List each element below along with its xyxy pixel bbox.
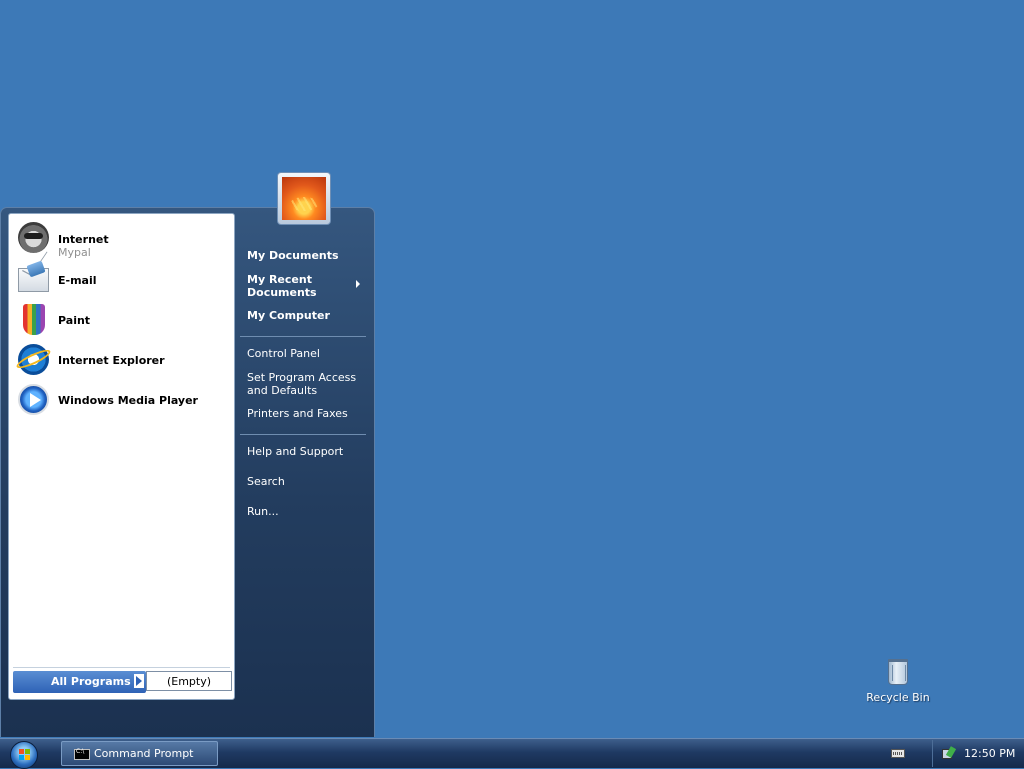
recycle-bin-shortcut[interactable]: Recycle Bin — [866, 656, 930, 704]
my-recent-documents-link[interactable]: My Recent Documents — [247, 273, 347, 299]
places-separator — [240, 336, 366, 337]
printers-faxes-link[interactable]: Printers and Faxes — [247, 407, 348, 420]
user-picture[interactable] — [277, 172, 331, 225]
taskbar-command-prompt[interactable]: Command Prompt — [61, 741, 218, 766]
recent-paint[interactable]: Paint — [15, 302, 229, 338]
chevron-right-icon — [134, 674, 144, 688]
pinned-internet-label: Internet — [58, 233, 109, 246]
recent-internet-explorer-label: Internet Explorer — [58, 354, 165, 367]
my-computer-link[interactable]: My Computer — [247, 309, 330, 322]
search-link[interactable]: Search — [247, 475, 285, 488]
raccoon-browser-icon — [18, 222, 49, 253]
pinned-internet[interactable]: Internet Mypal — [15, 220, 229, 259]
paint-brushes-icon — [23, 304, 45, 335]
control-panel-link[interactable]: Control Panel — [247, 347, 320, 360]
network-icon[interactable] — [942, 747, 955, 759]
taskbar-command-prompt-label: Command Prompt — [94, 747, 194, 760]
recycle-bin-icon — [888, 659, 908, 685]
start-menu-programs-pane: Internet Mypal E-mail Paint Internet Exp… — [8, 213, 235, 700]
pinned-email-label: E-mail — [58, 274, 97, 287]
all-programs-separator — [13, 667, 230, 668]
pinned-email[interactable]: E-mail — [15, 262, 229, 298]
keyboard-icon[interactable] — [891, 749, 905, 758]
media-player-icon — [18, 384, 49, 415]
my-documents-link[interactable]: My Documents — [247, 249, 339, 262]
pinned-internet-sublabel: Mypal — [58, 246, 91, 259]
recycle-bin-label: Recycle Bin — [866, 691, 930, 704]
flower-photo-icon — [282, 177, 326, 220]
settings-separator — [240, 434, 366, 435]
help-support-link[interactable]: Help and Support — [247, 445, 343, 458]
envelope-icon — [18, 268, 49, 292]
all-programs-button[interactable]: All Programs — [13, 671, 146, 693]
submenu-arrow-icon — [356, 280, 360, 288]
internet-explorer-icon — [18, 344, 49, 375]
command-prompt-icon — [74, 748, 90, 760]
all-programs-empty-item[interactable]: (Empty) — [146, 671, 232, 691]
set-program-access-link[interactable]: Set Program Access and Defaults — [247, 371, 359, 397]
windows-flag-icon — [19, 749, 30, 760]
start-button[interactable] — [10, 741, 38, 769]
clock[interactable]: 12:50 PM — [964, 747, 1015, 760]
recent-windows-media-player[interactable]: Windows Media Player — [15, 382, 229, 418]
taskbar: Command Prompt 12:50 PM — [0, 738, 1024, 769]
all-programs-label: All Programs — [51, 675, 131, 688]
recent-windows-media-player-label: Windows Media Player — [58, 394, 198, 407]
run-link[interactable]: Run... — [247, 505, 279, 518]
recent-paint-label: Paint — [58, 314, 91, 327]
recent-internet-explorer[interactable]: Internet Explorer — [15, 342, 229, 378]
